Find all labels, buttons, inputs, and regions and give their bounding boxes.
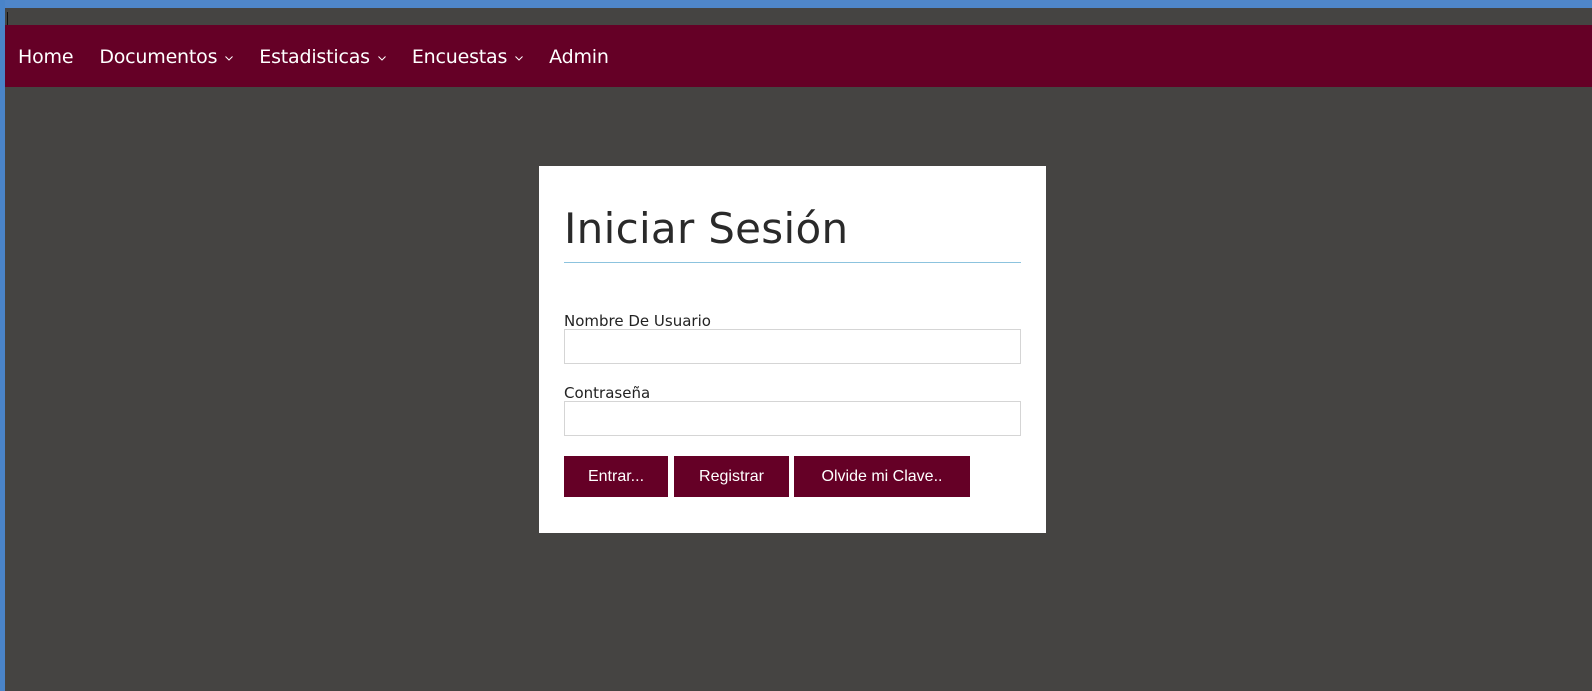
title-divider	[564, 262, 1021, 263]
login-title: Iniciar Sesión	[564, 204, 849, 253]
username-input[interactable]	[564, 329, 1021, 364]
nav-item-label: Home	[18, 46, 74, 68]
chevron-down-icon	[377, 54, 386, 62]
password-label: Contraseña	[564, 384, 651, 402]
username-label: Nombre De Usuario	[564, 312, 711, 330]
nav-item-label: Documentos	[99, 46, 218, 68]
nav-item-encuestas[interactable]: Encuestas	[411, 44, 524, 68]
main-navbar: Home Documentos Estadisticas Encuestas A…	[5, 25, 1592, 87]
nav-item-documentos[interactable]: Documentos	[99, 44, 234, 68]
chevron-down-icon	[225, 54, 234, 62]
nav-item-home[interactable]: Home	[18, 44, 74, 68]
login-card: Iniciar Sesión Nombre De Usuario Contras…	[539, 166, 1046, 533]
window-top-strip	[5, 0, 1592, 8]
nav-item-label: Estadisticas	[259, 46, 370, 68]
register-button[interactable]: Registrar	[674, 456, 789, 497]
nav-item-label: Admin	[549, 46, 609, 68]
password-input[interactable]	[564, 401, 1021, 436]
forgot-password-button[interactable]: Olvide mi Clave..	[794, 456, 970, 497]
chevron-down-icon	[515, 54, 524, 62]
page-background: Home Documentos Estadisticas Encuestas A…	[5, 8, 1592, 691]
nav-item-admin[interactable]: Admin	[549, 44, 609, 68]
nav-item-label: Encuestas	[411, 46, 508, 68]
window-edge-marker	[7, 12, 8, 26]
login-button[interactable]: Entrar...	[564, 456, 668, 497]
nav-item-estadisticas[interactable]: Estadisticas	[259, 44, 386, 68]
